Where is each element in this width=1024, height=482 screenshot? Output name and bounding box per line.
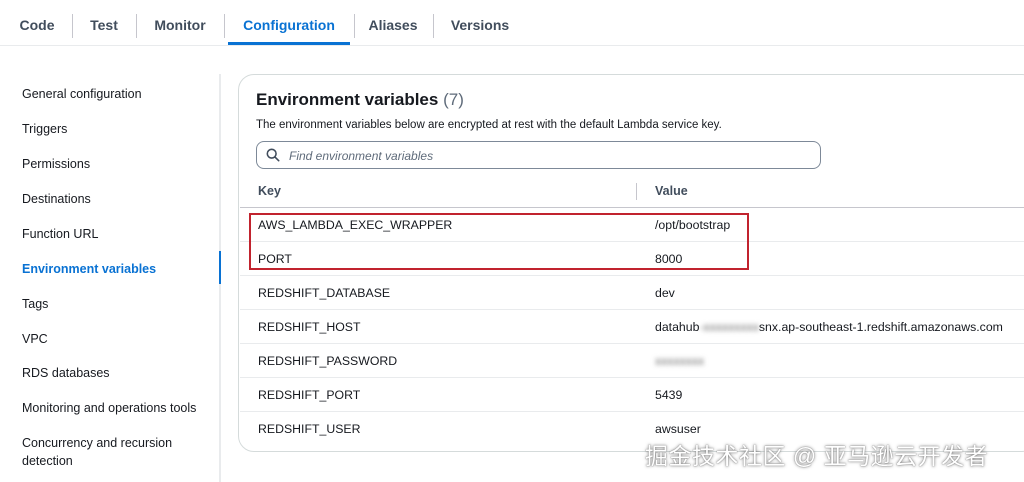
variable-count: (7) (443, 90, 464, 109)
table-row: REDSHIFT_PORT 5439 (240, 378, 1024, 412)
column-header-key[interactable]: Key (258, 184, 281, 198)
column-header-value[interactable]: Value (655, 184, 688, 198)
panel-title-text: Environment variables (256, 90, 439, 109)
table-row: AWS_LAMBDA_EXEC_WRAPPER /opt/bootstrap (240, 208, 1024, 242)
sidebar-item-environment-variables[interactable]: Environment variables (22, 260, 212, 278)
panel-description: The environment variables below are encr… (256, 119, 722, 131)
sidebar-item-tags[interactable]: Tags (22, 295, 212, 313)
tab-bar: Code Test Monitor Configuration Aliases … (0, 0, 1024, 46)
sidebar-item-concurrency[interactable]: Concurrency and recursion detection (22, 434, 182, 470)
table-row: REDSHIFT_PASSWORD xxxxxxxx (240, 344, 1024, 378)
env-key: REDSHIFT_USER (258, 422, 361, 436)
env-key: REDSHIFT_PASSWORD (258, 354, 398, 368)
table-row: REDSHIFT_HOST datahub-xxxxxxxxxsnx.ap-so… (240, 310, 1024, 344)
column-divider[interactable] (636, 183, 637, 200)
table-row: REDSHIFT_DATABASE dev (240, 276, 1024, 310)
env-key: AWS_LAMBDA_EXEC_WRAPPER (258, 218, 453, 232)
tab-divider (354, 14, 355, 38)
tab-divider (224, 14, 225, 38)
search-box[interactable] (256, 141, 821, 169)
sidebar-item-destinations[interactable]: Destinations (22, 190, 212, 208)
tab-test[interactable]: Test (84, 0, 124, 46)
sidebar-item-function-url[interactable]: Function URL (22, 225, 212, 243)
env-value: /opt/bootstrap (655, 218, 731, 232)
tab-versions[interactable]: Versions (446, 0, 514, 46)
tab-divider (433, 14, 434, 38)
tab-monitor[interactable]: Monitor (148, 0, 212, 46)
sidebar-item-rds-databases[interactable]: RDS databases (22, 364, 212, 382)
host-suffix: snx.ap-southeast-1.redshift.amazonaws.co… (758, 320, 1003, 334)
tab-divider (136, 14, 137, 38)
watermark: 掘金技术社区 @ 亚马逊云开发者 (645, 443, 989, 469)
env-key: REDSHIFT_PORT (258, 388, 361, 402)
tab-code[interactable]: Code (14, 0, 60, 46)
tab-aliases[interactable]: Aliases (364, 0, 422, 46)
env-key: REDSHIFT_HOST (258, 320, 361, 334)
sidebar-item-monitoring[interactable]: Monitoring and operations tools (22, 399, 212, 417)
env-key: PORT (258, 252, 292, 266)
sidebar-item-triggers[interactable]: Triggers (22, 120, 212, 138)
sidebar-active-indicator (219, 251, 221, 284)
sidebar-item-permissions[interactable]: Permissions (22, 155, 212, 173)
env-value: 8000 (655, 252, 683, 266)
env-key: REDSHIFT_DATABASE (258, 286, 391, 300)
sidebar-item-vpc[interactable]: VPC (22, 330, 212, 348)
search-icon (266, 148, 280, 162)
env-value: 5439 (655, 388, 683, 402)
panel-title: Environment variables (7) (256, 90, 464, 110)
env-value: awsuser (655, 422, 701, 436)
table-row: PORT 8000 (240, 242, 1024, 276)
sidebar-item-general-configuration[interactable]: General configuration (22, 85, 212, 103)
redacted-password: xxxxxxxx (655, 354, 705, 368)
search-input[interactable] (287, 146, 811, 166)
env-value: dev (655, 286, 675, 300)
tab-configuration[interactable]: Configuration (228, 0, 350, 46)
env-value: datahub-xxxxxxxxxsnx.ap-southeast-1.reds… (655, 320, 1003, 334)
host-prefix: datahub (655, 320, 700, 334)
redacted-text: -xxxxxxxxx (699, 320, 759, 334)
tab-divider (72, 14, 73, 38)
